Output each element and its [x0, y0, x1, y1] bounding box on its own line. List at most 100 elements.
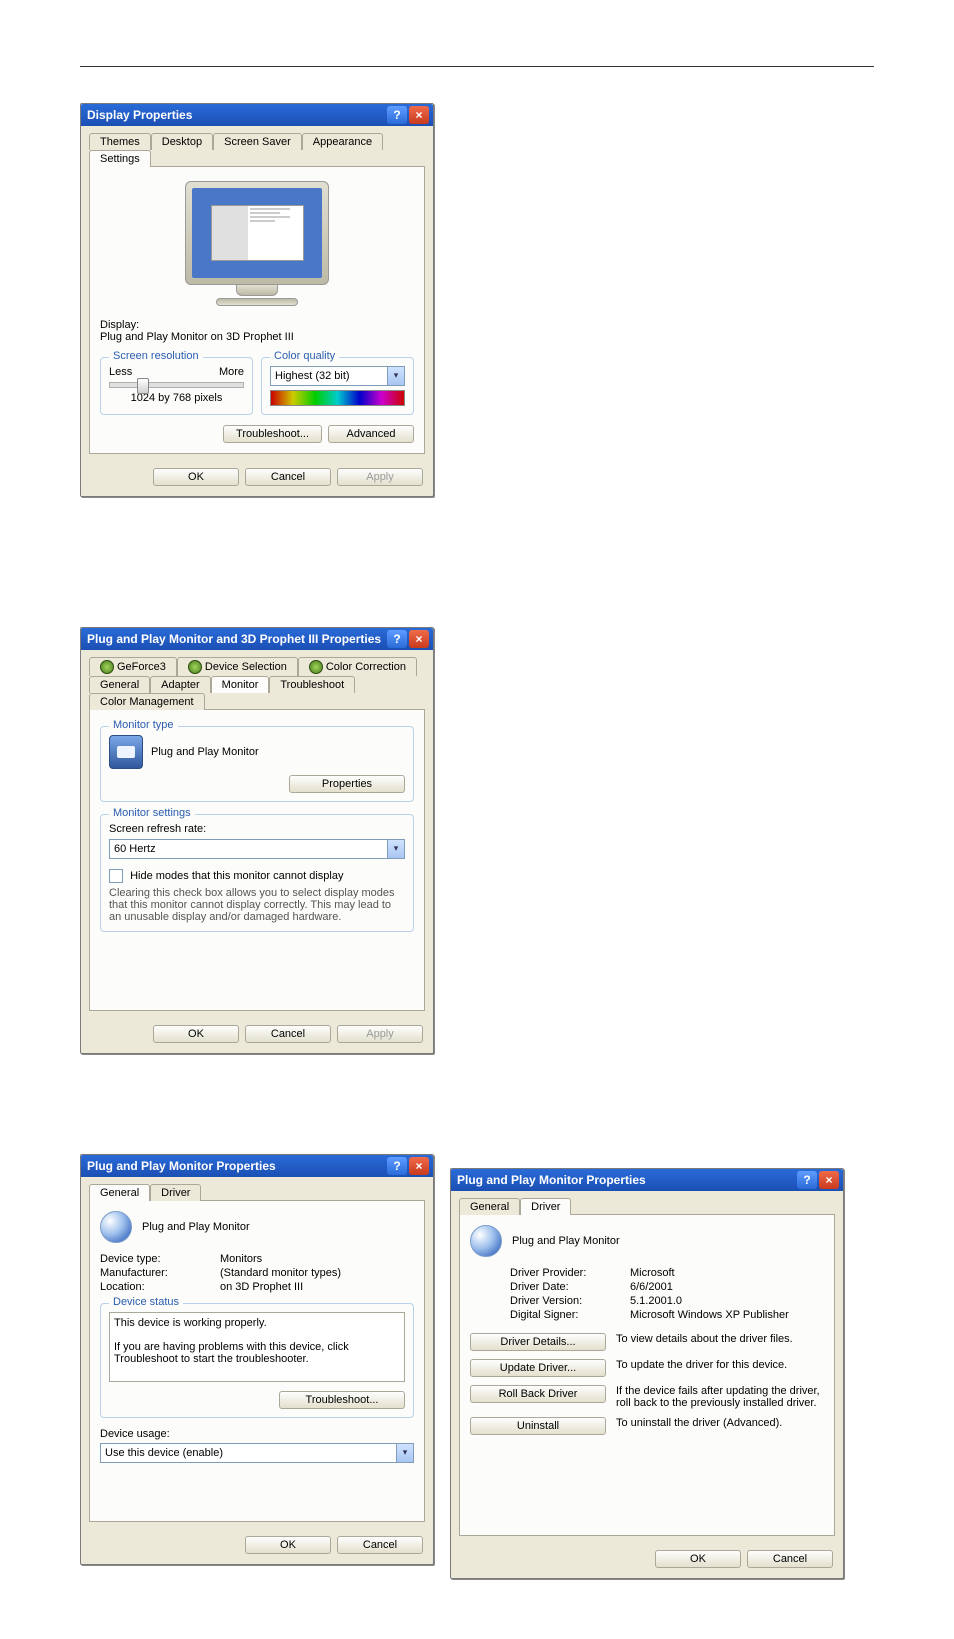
device-usage-value: Use this device (enable) [105, 1447, 223, 1459]
driver-provider-label: Driver Provider: [510, 1267, 630, 1279]
monitor-properties-button[interactable]: Properties [289, 775, 405, 793]
monitor-preview [167, 181, 347, 311]
tab-geforce3[interactable]: GeForce3 [89, 657, 177, 676]
tab-troubleshoot[interactable]: Troubleshoot [269, 676, 355, 693]
monitor-icon [470, 1225, 502, 1257]
hide-modes-label: Hide modes that this monitor cannot disp… [130, 869, 343, 881]
device-status-text[interactable] [109, 1312, 405, 1382]
troubleshoot-button[interactable]: Troubleshoot... [279, 1391, 405, 1409]
tab-general[interactable]: General [89, 676, 150, 693]
apply-button[interactable]: Apply [337, 1025, 423, 1043]
driver-details-desc: To view details about the driver files. [616, 1333, 824, 1345]
titlebar[interactable]: Display Properties ? × [81, 104, 433, 126]
tab-panel-general: Plug and Play Monitor Device type:Monito… [89, 1200, 425, 1522]
help-button[interactable]: ? [387, 630, 407, 648]
close-button[interactable]: × [409, 1157, 429, 1175]
device-status-legend: Device status [109, 1296, 183, 1308]
cancel-button[interactable]: Cancel [245, 1025, 331, 1043]
device-usage-label: Device usage: [100, 1428, 414, 1440]
tab-color-correction[interactable]: Color Correction [298, 657, 417, 676]
help-button[interactable]: ? [387, 106, 407, 124]
monitor-settings-legend: Monitor settings [109, 807, 195, 819]
device-type-label: Device type: [100, 1253, 220, 1265]
digital-signer-label: Digital Signer: [510, 1309, 630, 1321]
resolution-slider-thumb[interactable] [137, 378, 149, 394]
titlebar[interactable]: Plug and Play Monitor Properties ? × [81, 1155, 433, 1177]
monitor-name: Plug and Play Monitor [512, 1235, 620, 1247]
tab-settings[interactable]: Settings [89, 150, 151, 167]
manufacturer-label: Manufacturer: [100, 1267, 220, 1279]
tab-row: General Driver [81, 1177, 433, 1200]
troubleshoot-button[interactable]: Troubleshoot... [223, 425, 322, 443]
driver-details-button[interactable]: Driver Details... [470, 1333, 606, 1351]
tab-driver[interactable]: Driver [520, 1198, 571, 1215]
color-quality-select[interactable]: Highest (32 bit) ▾ [270, 366, 405, 386]
close-button[interactable]: × [409, 106, 429, 124]
monitor-name: Plug and Play Monitor [142, 1221, 250, 1233]
driver-provider-value: Microsoft [630, 1267, 675, 1279]
tab-desktop[interactable]: Desktop [151, 133, 213, 150]
refresh-rate-select[interactable]: 60 Hertz ▾ [109, 839, 405, 859]
tab-panel-settings: Display: Plug and Play Monitor on 3D Pro… [89, 166, 425, 454]
tab-adapter[interactable]: Adapter [150, 676, 211, 693]
refresh-rate-value: 60 Hertz [114, 843, 156, 855]
hide-modes-checkbox[interactable] [109, 869, 123, 883]
rollback-driver-button[interactable]: Roll Back Driver [470, 1385, 606, 1403]
digital-signer-value: Microsoft Windows XP Publisher [630, 1309, 789, 1321]
nvidia-icon [100, 660, 114, 674]
advanced-button[interactable]: Advanced [328, 425, 414, 443]
tab-panel-driver: Plug and Play Monitor Driver Provider:Mi… [459, 1214, 835, 1536]
driver-date-label: Driver Date: [510, 1281, 630, 1293]
chevron-down-icon: ▾ [387, 840, 404, 858]
driver-version-value: 5.1.2001.0 [630, 1295, 682, 1307]
close-button[interactable]: × [819, 1171, 839, 1189]
driver-date-value: 6/6/2001 [630, 1281, 673, 1293]
driver-version-label: Driver Version: [510, 1295, 630, 1307]
tab-panel-monitor: Monitor type Plug and Play Monitor Prope… [89, 709, 425, 1011]
uninstall-driver-desc: To uninstall the driver (Advanced). [616, 1417, 824, 1429]
tab-color-management[interactable]: Color Management [89, 693, 205, 710]
ok-button[interactable]: OK [655, 1550, 741, 1568]
top-rule [80, 66, 874, 67]
cancel-button[interactable]: Cancel [747, 1550, 833, 1568]
monitor-icon [100, 1211, 132, 1243]
ok-button[interactable]: OK [153, 1025, 239, 1043]
titlebar[interactable]: Plug and Play Monitor Properties ? × [451, 1169, 843, 1191]
titlebar[interactable]: Plug and Play Monitor and 3D Prophet III… [81, 628, 433, 650]
tab-screensaver[interactable]: Screen Saver [213, 133, 302, 150]
monitor-properties-driver-window: Plug and Play Monitor Properties ? × Gen… [450, 1168, 844, 1579]
ok-button[interactable]: OK [153, 468, 239, 486]
update-driver-button[interactable]: Update Driver... [470, 1359, 606, 1377]
ok-button[interactable]: OK [245, 1536, 331, 1554]
cancel-button[interactable]: Cancel [245, 468, 331, 486]
tab-general[interactable]: General [89, 1184, 150, 1201]
refresh-rate-label: Screen refresh rate: [109, 823, 405, 835]
tab-appearance[interactable]: Appearance [302, 133, 383, 150]
resolution-value: 1024 by 768 pixels [109, 392, 244, 404]
tab-general[interactable]: General [459, 1198, 520, 1215]
monitor-type-legend: Monitor type [109, 719, 178, 731]
screen-resolution-legend: Screen resolution [109, 350, 203, 362]
uninstall-driver-button[interactable]: Uninstall [470, 1417, 606, 1435]
location-value: on 3D Prophet III [220, 1281, 303, 1293]
help-button[interactable]: ? [797, 1171, 817, 1189]
tab-themes[interactable]: Themes [89, 133, 151, 150]
tab-row: General Driver [451, 1191, 843, 1214]
location-label: Location: [100, 1281, 220, 1293]
monitor-properties-general-window: Plug and Play Monitor Properties ? × Gen… [80, 1154, 434, 1565]
window-title: Plug and Play Monitor and 3D Prophet III… [87, 632, 385, 646]
monitor-type-name: Plug and Play Monitor [151, 746, 405, 758]
tab-monitor[interactable]: Monitor [211, 676, 270, 693]
help-button[interactable]: ? [387, 1157, 407, 1175]
tab-driver[interactable]: Driver [150, 1184, 201, 1201]
close-button[interactable]: × [409, 630, 429, 648]
nvidia-icon [188, 660, 202, 674]
update-driver-desc: To update the driver for this device. [616, 1359, 824, 1371]
tab-device-selection[interactable]: Device Selection [177, 657, 298, 676]
nvidia-icon [309, 660, 323, 674]
resolution-slider[interactable] [109, 382, 244, 388]
apply-button[interactable]: Apply [337, 468, 423, 486]
tab-row: Themes Desktop Screen Saver Appearance S… [81, 126, 433, 166]
cancel-button[interactable]: Cancel [337, 1536, 423, 1554]
device-usage-select[interactable]: Use this device (enable) ▾ [100, 1443, 414, 1463]
